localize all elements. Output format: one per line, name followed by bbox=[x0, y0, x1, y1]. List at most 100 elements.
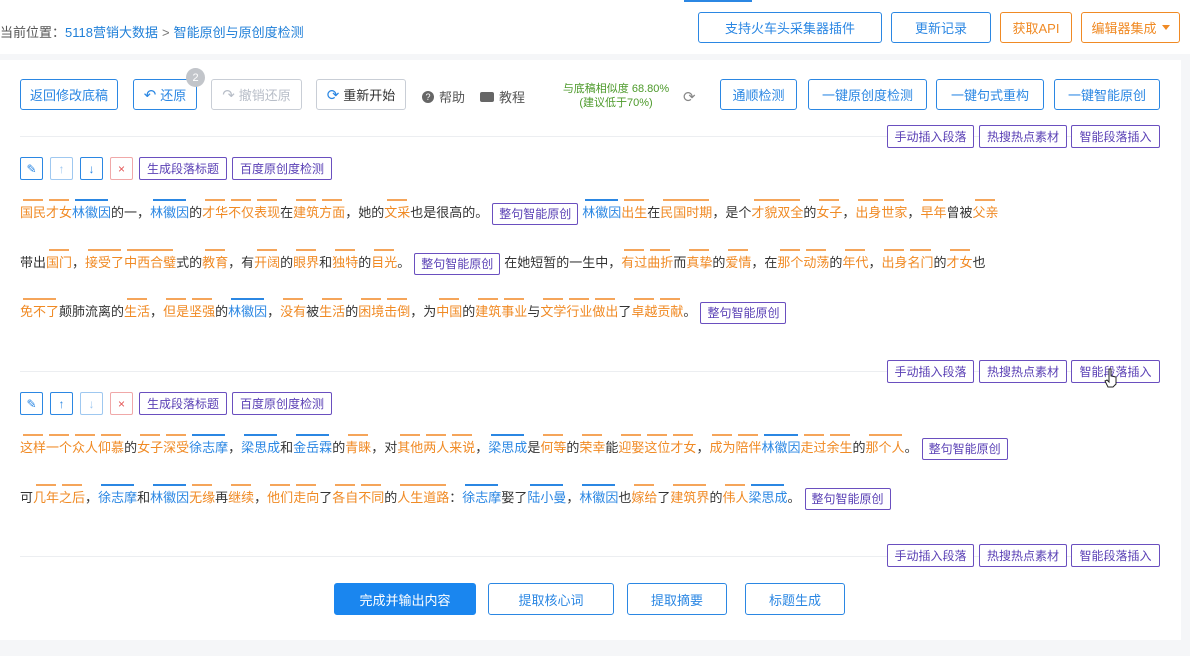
highlighted-word[interactable]: 开阔 bbox=[254, 249, 280, 274]
highlighted-word[interactable]: 才女 bbox=[46, 199, 72, 224]
entity-word[interactable]: 林徽因 bbox=[761, 434, 801, 459]
highlighted-word[interactable]: 荣幸 bbox=[579, 434, 605, 459]
highlighted-word[interactable]: 余生 bbox=[827, 434, 853, 459]
highlighted-word[interactable]: 世家 bbox=[881, 199, 907, 224]
highlighted-word[interactable]: 表现 bbox=[254, 199, 280, 224]
hot-material-button[interactable]: 热搜热点素材 bbox=[979, 125, 1067, 148]
highlighted-word[interactable]: 陪伴 bbox=[735, 434, 761, 459]
changelog-button[interactable]: 更新记录 bbox=[891, 12, 991, 43]
highlighted-word[interactable]: 女子 bbox=[816, 199, 842, 224]
highlighted-word[interactable]: 才貌双全 bbox=[751, 199, 803, 224]
highlighted-word[interactable]: 爱情 bbox=[725, 249, 751, 274]
sentence-rewrite-button[interactable]: 整句智能原创 bbox=[804, 487, 891, 510]
highlighted-word[interactable]: 人生道路 bbox=[397, 484, 449, 509]
smart-insert-paragraph-button[interactable]: 智能段落插入 bbox=[1071, 125, 1160, 148]
highlighted-word[interactable]: 两人 bbox=[423, 434, 449, 459]
highlighted-word[interactable]: 事业 bbox=[501, 298, 527, 323]
sentence-restructure-button[interactable]: 一键句式重构 bbox=[936, 79, 1044, 110]
manual-insert-paragraph-button[interactable]: 手动插入段落 bbox=[887, 125, 974, 148]
highlighted-word[interactable]: 女子 bbox=[137, 434, 163, 459]
generate-title-button[interactable]: 生成段落标题 bbox=[139, 392, 227, 415]
highlighted-word[interactable]: 中西合璧 bbox=[124, 249, 176, 274]
tutorial-link[interactable]: 教程 bbox=[480, 87, 525, 106]
highlighted-word[interactable]: 之后 bbox=[59, 484, 85, 509]
highlighted-word[interactable]: 不同 bbox=[358, 484, 384, 509]
highlighted-word[interactable]: 国门 bbox=[46, 249, 72, 274]
finish-output-button[interactable]: 完成并输出内容 bbox=[334, 583, 476, 615]
extract-keywords-button[interactable]: 提取核心词 bbox=[488, 583, 614, 615]
plugin-button[interactable]: 支持火车头采集器插件 bbox=[698, 12, 882, 43]
highlighted-word[interactable]: 国民 bbox=[20, 199, 46, 224]
highlighted-word[interactable]: 其他 bbox=[397, 434, 423, 459]
highlighted-word[interactable]: 仰慕 bbox=[98, 434, 124, 459]
highlighted-word[interactable]: 出身 bbox=[855, 199, 881, 224]
originality-check-button[interactable]: 一键原创度检测 bbox=[808, 79, 927, 110]
highlighted-word[interactable]: 早年 bbox=[920, 199, 946, 224]
highlighted-word[interactable]: 出生 bbox=[621, 199, 647, 224]
highlighted-word[interactable]: 卓越 bbox=[631, 298, 657, 323]
highlighted-word[interactable]: 困境 bbox=[358, 298, 384, 323]
highlighted-word[interactable]: 几年 bbox=[33, 484, 59, 509]
smart-insert-paragraph-button[interactable]: 智能段落插入 bbox=[1071, 544, 1160, 567]
highlighted-word[interactable]: 免不了 bbox=[20, 298, 59, 323]
sentence-rewrite-button[interactable]: 整句智能原创 bbox=[921, 437, 1008, 460]
highlighted-word[interactable]: 出身 bbox=[881, 249, 907, 274]
highlighted-word[interactable]: 各自 bbox=[332, 484, 358, 509]
back-to-draft-button[interactable]: 返回修改底稿 bbox=[20, 79, 118, 110]
highlighted-word[interactable]: 建筑 bbox=[475, 298, 501, 323]
entity-word[interactable]: 徐志摩 bbox=[98, 484, 137, 509]
highlighted-word[interactable]: 父亲 bbox=[972, 199, 998, 224]
entity-word[interactable]: 林徽因 bbox=[72, 199, 111, 224]
edit-paragraph-icon[interactable]: ✎ bbox=[20, 392, 43, 415]
refresh-similarity-icon[interactable]: ⟳ bbox=[683, 88, 696, 106]
breadcrumb-link-current[interactable]: 智能原创与原创度检测 bbox=[174, 25, 304, 40]
highlighted-word[interactable]: 建筑 bbox=[293, 199, 319, 224]
delete-paragraph-icon[interactable]: × bbox=[110, 392, 133, 415]
highlighted-word[interactable]: 名门 bbox=[907, 249, 934, 274]
entity-word[interactable]: 金岳霖 bbox=[293, 434, 332, 459]
highlighted-word[interactable]: 教育 bbox=[202, 249, 228, 274]
highlighted-word[interactable]: 真挚 bbox=[686, 249, 712, 274]
highlighted-word[interactable]: 深受 bbox=[163, 434, 189, 459]
baidu-originality-button[interactable]: 百度原创度检测 bbox=[232, 157, 332, 180]
sentence-rewrite-button[interactable]: 整句智能原创 bbox=[414, 252, 501, 275]
highlighted-word[interactable]: 伟人 bbox=[722, 484, 748, 509]
delete-paragraph-icon[interactable]: × bbox=[110, 157, 133, 180]
editor-integration-dropdown[interactable]: 编辑器集成 bbox=[1081, 12, 1180, 43]
highlighted-word[interactable]: 众人 bbox=[72, 434, 98, 459]
highlighted-word[interactable]: 何等 bbox=[540, 434, 566, 459]
entity-word[interactable]: 陆小曼 bbox=[527, 484, 566, 509]
highlighted-word[interactable]: 成为 bbox=[709, 434, 735, 459]
entity-word[interactable]: 林徽因 bbox=[579, 484, 618, 509]
highlighted-word[interactable]: 一个 bbox=[46, 434, 72, 459]
entity-word[interactable]: 林徽因 bbox=[150, 484, 189, 509]
hot-material-button[interactable]: 热搜热点素材 bbox=[979, 544, 1067, 567]
extract-summary-button[interactable]: 提取摘要 bbox=[627, 583, 727, 615]
highlighted-word[interactable]: 接受了 bbox=[85, 249, 124, 274]
highlighted-word[interactable]: 无缘 bbox=[189, 484, 215, 509]
highlighted-word[interactable]: 生活 bbox=[319, 298, 345, 323]
breadcrumb-link-5118[interactable]: 5118营销大数据 bbox=[65, 25, 158, 40]
highlighted-word[interactable]: 迎娶 bbox=[618, 434, 644, 459]
highlighted-word[interactable]: 青睐 bbox=[345, 434, 371, 459]
highlighted-word[interactable]: 不仅 bbox=[228, 199, 254, 224]
highlighted-word[interactable]: 贡献 bbox=[657, 298, 683, 323]
highlighted-word[interactable]: 有过 bbox=[621, 249, 647, 274]
manual-insert-paragraph-button[interactable]: 手动插入段落 bbox=[887, 544, 974, 567]
highlighted-word[interactable]: 他们 bbox=[267, 484, 293, 509]
entity-word[interactable]: 徐志摩 bbox=[189, 434, 228, 459]
highlighted-word[interactable]: 才女 bbox=[670, 434, 696, 459]
entity-word[interactable]: 梁思成 bbox=[748, 484, 787, 509]
highlighted-word[interactable]: 但是 bbox=[163, 298, 189, 323]
redo-button[interactable]: ↷ 撤销还原 bbox=[211, 79, 302, 110]
entity-word[interactable]: 梁思成 bbox=[488, 434, 527, 459]
highlighted-word[interactable]: 坚强 bbox=[189, 298, 215, 323]
highlighted-word[interactable]: 独特 bbox=[332, 249, 358, 274]
highlighted-word[interactable]: 这样 bbox=[20, 434, 46, 459]
highlighted-word[interactable]: 走向 bbox=[293, 484, 319, 509]
manual-insert-paragraph-button[interactable]: 手动插入段落 bbox=[887, 360, 974, 383]
highlighted-word[interactable]: 做出 bbox=[592, 298, 618, 323]
highlighted-word[interactable]: 才华 bbox=[202, 199, 228, 224]
highlighted-word[interactable]: 走过 bbox=[801, 434, 827, 459]
get-api-button[interactable]: 获取API bbox=[1000, 12, 1072, 43]
